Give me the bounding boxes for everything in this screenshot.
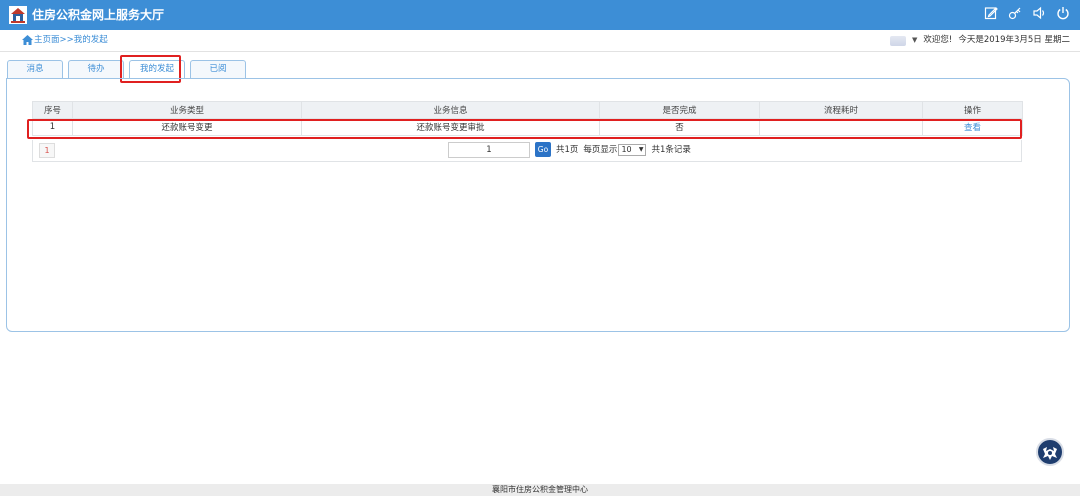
app-title: 住房公积金网上服务大厅 [32,8,165,22]
page-jump-input[interactable]: 1 [448,142,530,158]
go-button[interactable]: Go [535,142,551,157]
page-size-label: 每页显示 [583,145,618,155]
pagination-bar: 1 1 Go 共1页 每页显示 10 ▼ 共1条记录 [32,140,1022,162]
date-text: 今天是2019年3月5日 星期二 [958,35,1070,45]
assistant-robot-icon [1039,441,1061,463]
edit-icon[interactable] [984,6,998,20]
footer: 襄阳市住房公积金管理中心 [0,484,1080,496]
page-number-button[interactable]: 1 [39,143,55,158]
column-header-type: 业务类型 [72,101,302,119]
home-icon[interactable] [22,35,33,45]
column-header-duration: 流程耗时 [759,101,923,119]
speaker-icon[interactable] [1032,6,1046,20]
key-icon[interactable] [1008,6,1022,20]
page-size-select[interactable]: 10 ▼ [618,144,647,156]
total-records-text: 共1条记录 [651,145,691,155]
breadcrumb: 主页面>>我的发起 [34,34,108,47]
power-icon[interactable] [1056,6,1070,20]
header-icon-group [984,6,1070,20]
breadcrumb-current[interactable]: 我的发起 [74,35,108,45]
select-caret-icon: ▼ [638,146,644,153]
column-header-done: 是否完成 [599,101,760,119]
column-header-action: 操作 [922,101,1023,119]
pagination-info: 共1页 每页显示 10 ▼ 共1条记录 [556,144,691,156]
tab-read[interactable]: 已阅 [190,60,246,78]
user-area: ▼ 欢迎您! 今天是2019年3月5日 星期二 [890,34,1070,47]
breadcrumb-home-link[interactable]: 主页面 [34,35,60,45]
footer-text: 襄阳市住房公积金管理中心 [492,485,588,494]
breadcrumb-bar: 主页面>>我的发起 ▼ 欢迎您! 今天是2019年3月5日 星期二 [0,30,1080,52]
row-highlight-box [27,119,1022,139]
breadcrumb-separator: >> [59,35,74,45]
user-menu-caret-icon[interactable]: ▼ [912,34,917,47]
column-header-info: 业务信息 [301,101,600,119]
table-header-row: 序号 业务类型 业务信息 是否完成 流程耗时 操作 [32,101,1023,119]
tab-messages[interactable]: 消息 [7,60,63,78]
top-bar: 住房公积金网上服务大厅 [0,0,1080,30]
avatar[interactable] [890,35,907,46]
assistant-badge[interactable] [1036,438,1064,466]
column-header-index: 序号 [32,101,73,119]
total-pages-text: 共1页 [556,145,579,155]
tab-todo[interactable]: 待办 [68,60,124,78]
housing-fund-logo-icon [9,6,27,24]
greeting-text: 欢迎您! [923,35,953,45]
page-size-value: 10 [621,145,632,154]
